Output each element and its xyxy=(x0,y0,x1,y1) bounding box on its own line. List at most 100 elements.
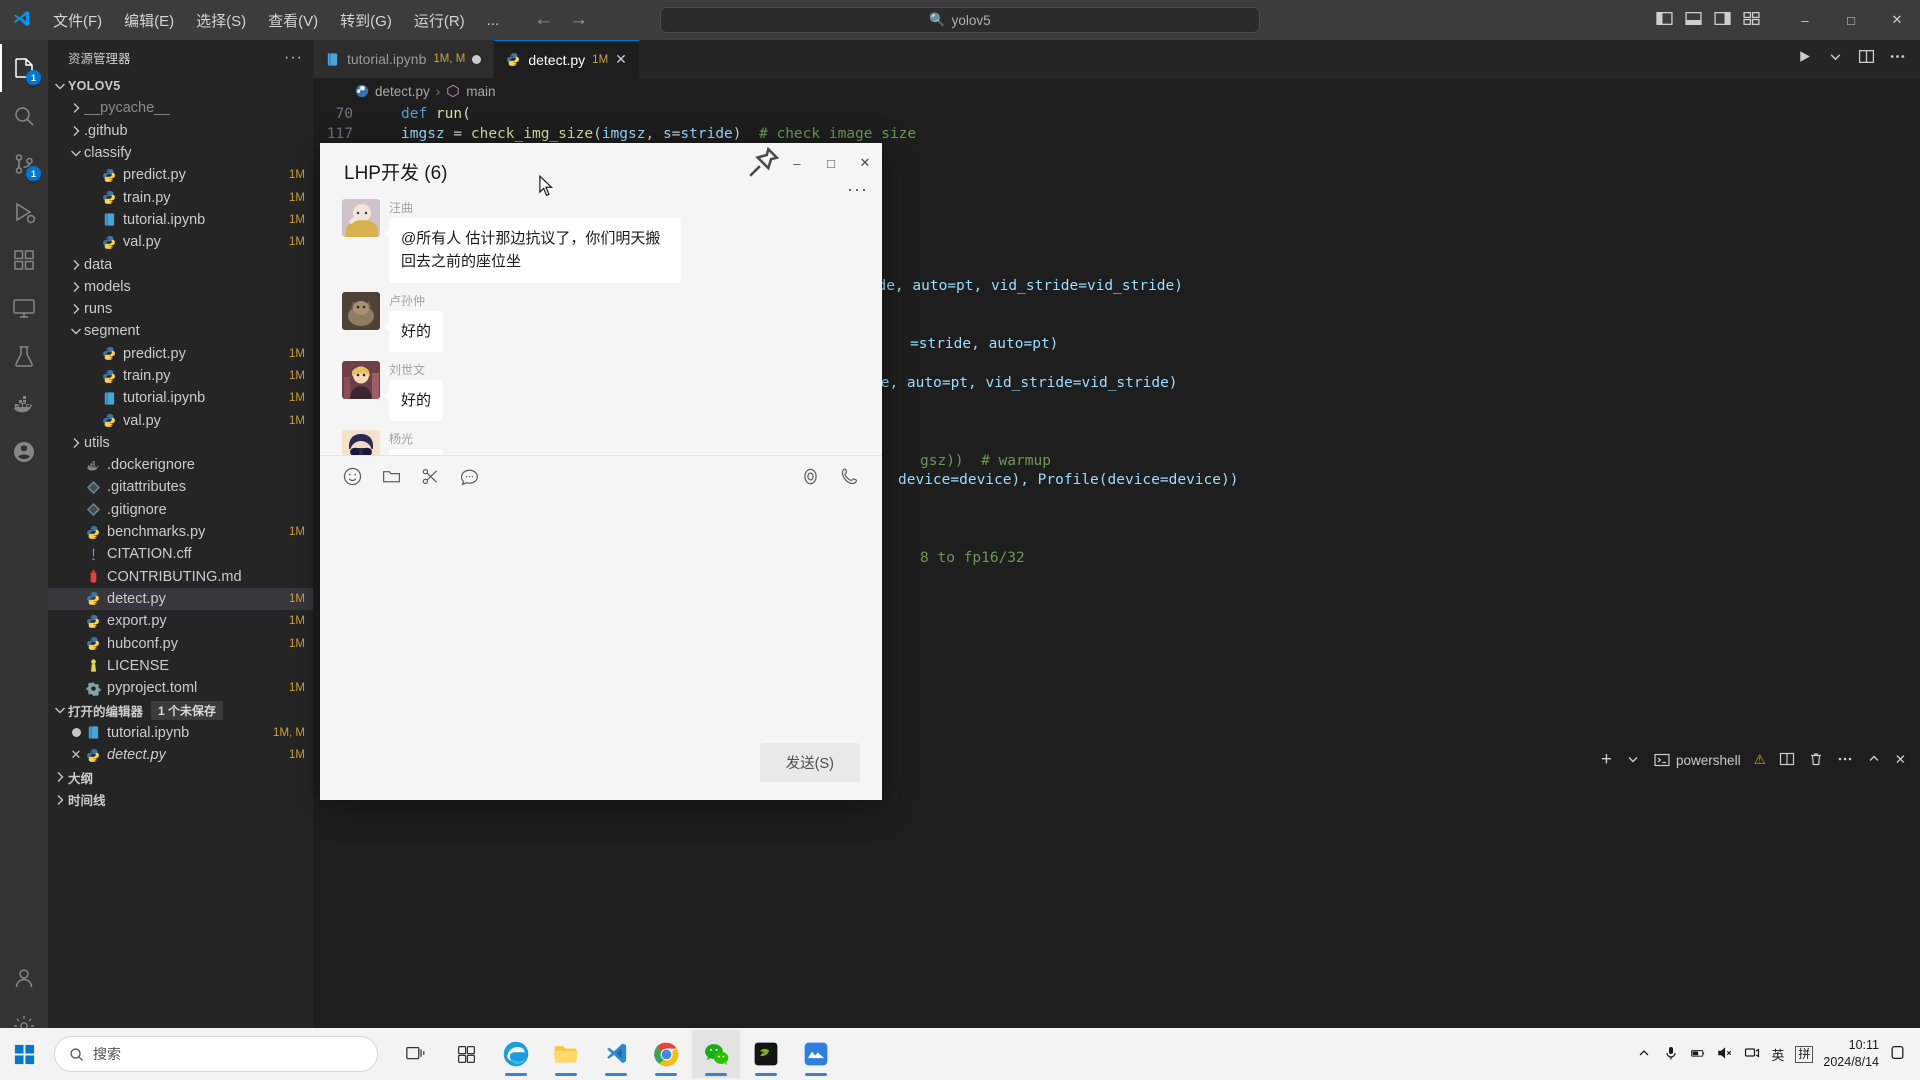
battery-icon[interactable] xyxy=(1690,1045,1706,1064)
menu-overflow[interactable]: ... xyxy=(476,7,511,34)
menu-edit[interactable]: 编辑(E) xyxy=(113,5,185,36)
avatar-saitama[interactable] xyxy=(342,199,380,237)
tree-item-predict-py[interactable]: predict.py1M xyxy=(48,164,313,186)
edge-icon[interactable] xyxy=(492,1030,540,1078)
tree-item--gitattributes[interactable]: .gitattributes xyxy=(48,476,313,498)
tree-item-train-py[interactable]: train.py1M xyxy=(48,186,313,208)
tab-close-icon[interactable]: ✕ xyxy=(615,51,627,68)
activity-search[interactable] xyxy=(0,92,48,140)
chat-history-icon[interactable] xyxy=(459,466,480,487)
menu-selection[interactable]: 选择(S) xyxy=(185,5,257,36)
tree-item-tutorial-ipynb[interactable]: tutorial.ipynb1M xyxy=(48,209,313,231)
editor-tab-tutorial-ipynb[interactable]: tutorial.ipynb1M, M xyxy=(313,40,494,78)
tree-item--github[interactable]: .github xyxy=(48,120,313,142)
wechat-maximize-button[interactable]: □ xyxy=(814,143,848,183)
activity-testing[interactable] xyxy=(0,332,48,380)
wechat-more-options-icon[interactable]: ··· xyxy=(847,179,868,200)
panel-close-icon[interactable]: ✕ xyxy=(1895,752,1906,768)
chevron-up-icon[interactable] xyxy=(1636,1045,1652,1064)
avatar-cat[interactable] xyxy=(342,292,380,330)
tree-item-classify[interactable]: classify xyxy=(48,142,313,164)
tree-item-predict-py[interactable]: predict.py1M xyxy=(48,343,313,365)
warning-triangle-icon[interactable]: ⚠ xyxy=(1754,752,1766,768)
activity-extensions[interactable] xyxy=(0,236,48,284)
editor-more-actions-icon[interactable] xyxy=(1889,48,1906,70)
tree-item-export-py[interactable]: export.py1M xyxy=(48,610,313,632)
menu-file[interactable]: 文件(F) xyxy=(42,5,113,36)
screen-record-icon[interactable] xyxy=(800,466,821,487)
split-editor-right-icon[interactable] xyxy=(1858,48,1875,70)
tree-item-val-py[interactable]: val.py1M xyxy=(48,409,313,431)
activity-source-control[interactable]: 1 xyxy=(0,140,48,188)
back-arrow-icon[interactable]: ← xyxy=(534,9,553,31)
section-timeline[interactable]: 时间线 xyxy=(48,789,313,811)
terminal-kill-icon[interactable] xyxy=(1808,751,1824,770)
message-bubble[interactable]: 好的 xyxy=(389,311,443,352)
tree-item-models[interactable]: models xyxy=(48,276,313,298)
wechat-chat-window[interactable]: LHP开发 (6) – □ ✕ ··· 汪曲@所有人 估计那边抗议了，你们明天搬… xyxy=(320,143,882,800)
toggle-primary-sidebar-icon[interactable] xyxy=(1656,10,1673,31)
wechat-send-button[interactable]: 发送(S) xyxy=(760,743,860,782)
ime-mode-indicator[interactable]: 拼 xyxy=(1795,1046,1813,1063)
avatar-sunglasses[interactable] xyxy=(342,430,380,455)
activity-remote-explorer[interactable] xyxy=(0,284,48,332)
tree-item-detect-py[interactable]: detect.py1M xyxy=(48,588,313,610)
editor-tab-detect-py[interactable]: detect.py1M✕ xyxy=(494,40,640,78)
taskbar-search-input[interactable]: 搜索 xyxy=(54,1036,378,1072)
tree-item-benchmarks-py[interactable]: benchmarks.py1M xyxy=(48,521,313,543)
vscode-icon[interactable] xyxy=(592,1030,640,1078)
new-terminal-button[interactable]: + xyxy=(1601,749,1612,771)
network-icon[interactable] xyxy=(1744,1045,1760,1064)
nvidia-icon[interactable] xyxy=(742,1030,790,1078)
menu-go[interactable]: 转到(G) xyxy=(329,5,403,36)
tree-item-hubconf-py[interactable]: hubconf.py1M xyxy=(48,632,313,654)
section-open-editors[interactable]: 打开的编辑器1 个未保存 xyxy=(48,699,313,721)
wechat-minimize-button[interactable]: – xyxy=(780,143,814,183)
wechat-message-list[interactable]: 汪曲@所有人 估计那边抗议了，你们明天搬回去之前的座位坐卢孙仲好的刘世文好的杨光… xyxy=(320,199,882,455)
tree-item-utils[interactable]: utils xyxy=(48,432,313,454)
tree-item-pyproject-toml[interactable]: pyproject.toml1M xyxy=(48,677,313,699)
message-bubble[interactable]: 好的 xyxy=(389,380,443,421)
maximize-button[interactable]: □ xyxy=(1828,0,1874,40)
volume-mute-icon[interactable] xyxy=(1717,1045,1733,1064)
folder-icon[interactable] xyxy=(381,466,402,487)
breadcrumb-filename[interactable]: detect.py xyxy=(375,84,430,99)
tree-item--dockerignore[interactable]: .dockerignore xyxy=(48,454,313,476)
app-blue-icon[interactable] xyxy=(792,1030,840,1078)
tree-root-folder[interactable]: YOLOV5 xyxy=(48,75,313,97)
tree-item-val-py[interactable]: val.py1M xyxy=(48,231,313,253)
tree-item-train-py[interactable]: train.py1M xyxy=(48,365,313,387)
wechat-icon[interactable] xyxy=(692,1030,740,1078)
wechat-message-input[interactable] xyxy=(320,497,882,743)
video-call-icon[interactable] xyxy=(839,466,860,487)
explorer-views-and-more-icon[interactable]: ··· xyxy=(284,49,303,67)
mic-icon[interactable] xyxy=(1663,1045,1679,1064)
minimize-button[interactable]: – xyxy=(1782,0,1828,40)
tree-item-citation-cff[interactable]: CITATION.cff xyxy=(48,543,313,565)
tree-item-runs[interactable]: runs xyxy=(48,298,313,320)
chrome-icon[interactable] xyxy=(642,1030,690,1078)
close-button[interactable]: ✕ xyxy=(1874,0,1920,40)
run-chevron-down-icon[interactable] xyxy=(1827,48,1844,70)
terminal-more-icon[interactable] xyxy=(1837,751,1853,770)
activity-docker[interactable] xyxy=(0,380,48,428)
forward-arrow-icon[interactable]: → xyxy=(569,9,588,31)
wechat-close-button[interactable]: ✕ xyxy=(848,143,882,183)
tree-item--gitignore[interactable]: .gitignore xyxy=(48,499,313,521)
windows-start-icon[interactable] xyxy=(0,1043,48,1066)
tree-item---pycache--[interactable]: __pycache__ xyxy=(48,97,313,119)
activity-explorer[interactable]: 1 xyxy=(0,44,48,92)
emoji-icon[interactable] xyxy=(342,466,363,487)
terminal-dropdown-icon[interactable] xyxy=(1625,751,1641,770)
menu-run[interactable]: 运行(R) xyxy=(403,5,476,36)
tree-item-segment[interactable]: segment xyxy=(48,320,313,342)
open-editor-tutorial-ipynb[interactable]: tutorial.ipynb1M, M xyxy=(48,722,313,744)
tree-item-license[interactable]: LICENSE xyxy=(48,655,313,677)
wechat-pin-icon[interactable] xyxy=(746,143,780,183)
tab-modified-dot-icon[interactable] xyxy=(472,55,481,64)
avatar-anime[interactable] xyxy=(342,361,380,399)
customize-layout-icon[interactable] xyxy=(1743,10,1760,31)
scissors-icon[interactable] xyxy=(420,466,441,487)
breadcrumb-symbol[interactable]: main xyxy=(466,84,495,99)
activity-run-debug[interactable] xyxy=(0,188,48,236)
